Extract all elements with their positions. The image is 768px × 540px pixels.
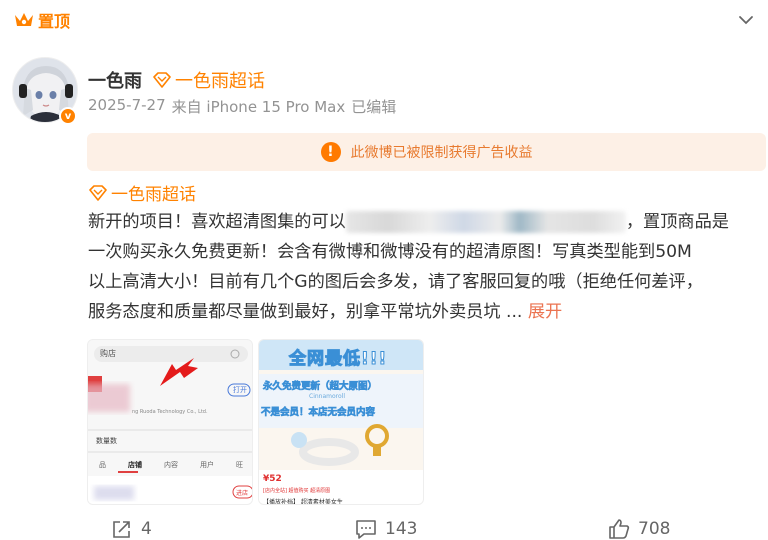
thumbnail-1-graphic — [88, 340, 252, 504]
diamond-icon — [89, 184, 107, 201]
thumb2-banner-title: 全网最低!!! — [288, 349, 388, 370]
notice-text: 此微博已被限制获得广告收益 — [350, 145, 533, 161]
thumb1-follow-button: 打开 — [233, 386, 247, 394]
like-count: 708 — [638, 519, 671, 539]
post-text-line1a: 新开的项目！喜欢超清图集的可以 — [88, 212, 346, 232]
crown-icon — [15, 13, 33, 26]
thumb2-line1: 永久免费更新（超大原图） — [263, 381, 378, 393]
image-thumbnail-1[interactable]: 购店 打开 ng Ruoda Technology Co., Ltd. 数量数 … — [87, 339, 253, 505]
comment-button[interactable]: 143 — [355, 518, 417, 540]
blurred-region — [345, 211, 626, 233]
repost-icon — [113, 521, 130, 538]
supertopic-link[interactable]: 一色雨超话 — [88, 180, 196, 205]
thumb1-sales-label: 数量数 — [96, 437, 117, 445]
post-text-line2: 一次购买永久免费更新！会含有微博和微博没有的超清原图！写真类型能到50M — [88, 242, 692, 262]
image-thumbnail-2[interactable]: 全网最低!!! 永久免费更新（超大原图） Cinnamoroll 不是会员！本店… — [258, 339, 424, 505]
thumb1-tabs: 品 店铺 内容 用户 旺 — [88, 460, 252, 470]
expand-link[interactable]: 展开 — [528, 302, 562, 322]
thumb2-brand: Cinnamoroll — [309, 393, 345, 400]
ellipsis: ... — [500, 302, 528, 322]
post-meta: 2025-7-27 来自 iPhone 15 Pro Max 已编辑 — [88, 96, 396, 117]
thumb1-tab: 内容 — [164, 461, 178, 469]
thumb1-search-text: 购店 — [100, 349, 116, 358]
thumb1-company: ng Ruoda Technology Co., Ltd. — [132, 409, 208, 415]
thumbs-up-icon — [609, 519, 630, 539]
comment-count: 143 — [385, 519, 418, 539]
chevron-down-icon[interactable] — [736, 10, 756, 30]
repost-count: 4 — [141, 519, 152, 539]
thumb1-tab: 店铺 — [128, 461, 142, 469]
warning-icon: ! — [320, 142, 341, 162]
thumb2-footer: 【播放补档】 超清素材美女生 — [263, 499, 343, 505]
thumb1-tab: 旺 — [236, 461, 243, 469]
post-text-line3: 以上高清大小！目前有几个G的图后会多发，请了客服回复的哦（拒绝任何差评， — [88, 272, 703, 292]
post-source: 来自 iPhone 15 Pro Max — [171, 98, 346, 116]
thumb2-tag: [店内全站] 超值购买 超清原图 — [263, 488, 331, 494]
supertopic-label: 一色雨超话 — [175, 71, 265, 92]
thumb2-price: ¥52 — [263, 474, 282, 484]
like-button[interactable]: 708 — [608, 518, 670, 540]
edited-label[interactable]: 已编辑 — [351, 96, 396, 117]
verified-badge-icon: v — [59, 107, 77, 125]
author-name[interactable]: 一色雨 — [88, 67, 142, 93]
thumb1-bottom-button: 进店 — [236, 490, 249, 497]
pinned-indicator: 置顶 — [14, 8, 70, 32]
post-text-line4: 服务态度和质量都尽量做到最好，别拿平常坑外卖员坑 — [88, 302, 501, 322]
supertopic-link-label: 一色雨超话 — [111, 185, 196, 205]
supertopic-tag[interactable]: 一色雨超话 — [152, 67, 265, 93]
post-body: 新开的项目！喜欢超清图集的可以 ，置顶商品是 一次购买永久免费更新！会含有微博和微… — [88, 207, 760, 327]
thumb1-tab: 用户 — [200, 461, 214, 469]
ad-revenue-notice: ! 此微博已被限制获得广告收益 — [87, 133, 766, 171]
thumb2-line2: 不是会员！本店无会员内容 — [261, 407, 376, 419]
post-text-line1b: ，置顶商品是 — [625, 212, 729, 232]
action-bar: 4 143 708 — [0, 518, 768, 540]
diamond-icon — [153, 72, 171, 88]
thumb1-tab: 品 — [99, 461, 106, 469]
repost-button[interactable]: 4 — [111, 518, 152, 540]
post-date[interactable]: 2025-7-27 — [88, 96, 166, 117]
pinned-label: 置顶 — [38, 12, 71, 31]
comment-icon — [356, 520, 376, 539]
